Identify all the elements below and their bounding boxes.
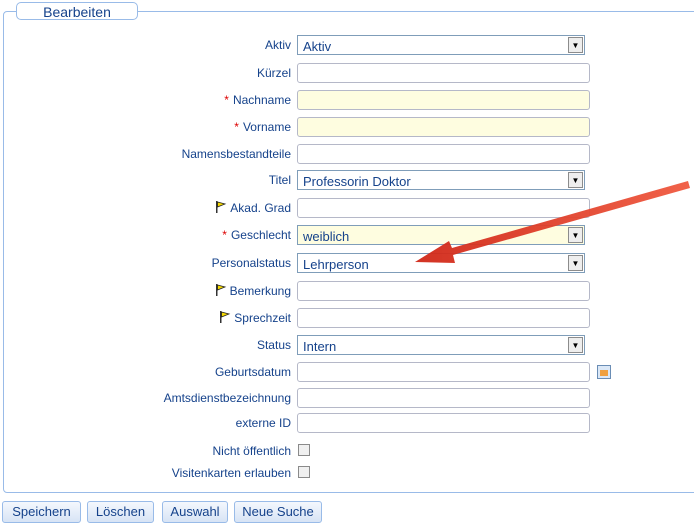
vorname-input[interactable] bbox=[297, 117, 590, 137]
label-nicht-oeffentlich: Nicht öffentlich bbox=[212, 444, 292, 458]
row-externe-id: externe ID bbox=[0, 413, 694, 433]
chevron-down-icon[interactable]: ▼ bbox=[568, 255, 583, 271]
label-geschlecht-text: Geschlecht bbox=[230, 228, 291, 242]
label-akad-grad: Akad. Grad bbox=[215, 201, 291, 215]
delete-button[interactable]: Löschen bbox=[87, 501, 154, 523]
required-marker: * bbox=[222, 228, 227, 242]
row-titel: Titel Professorin Doktor ▼ bbox=[0, 170, 694, 190]
nachname-input[interactable] bbox=[297, 90, 590, 110]
titel-value: Professorin Doktor bbox=[303, 174, 411, 189]
row-akad-grad: Akad. Grad bbox=[0, 198, 694, 218]
label-aktiv: Aktiv bbox=[264, 38, 291, 52]
chevron-down-icon[interactable]: ▼ bbox=[568, 172, 583, 188]
label-sprechzeit-text: Sprechzeit bbox=[234, 311, 291, 325]
row-nachname: * Nachname bbox=[0, 90, 694, 110]
label-externe-id: externe ID bbox=[235, 416, 291, 430]
label-namensbestandteile: Namensbestandteile bbox=[181, 147, 291, 161]
label-sprechzeit: Sprechzeit bbox=[219, 311, 291, 325]
chevron-down-icon[interactable]: ▼ bbox=[568, 337, 583, 353]
required-marker: * bbox=[224, 93, 229, 107]
status-value: Intern bbox=[303, 339, 337, 354]
fieldset-legend: Bearbeiten bbox=[16, 2, 138, 20]
row-visitenkarten: Visitenkarten erlauben bbox=[0, 463, 694, 483]
chevron-down-icon[interactable]: ▼ bbox=[568, 227, 583, 243]
kuerzel-input[interactable] bbox=[297, 63, 590, 83]
label-amtsdienstbezeichnung: Amtsdienstbezeichnung bbox=[163, 391, 291, 405]
required-marker: * bbox=[234, 120, 239, 134]
calendar-icon[interactable] bbox=[597, 365, 611, 379]
label-geschlecht: * Geschlecht bbox=[222, 228, 291, 242]
personalstatus-select[interactable]: Lehrperson ▼ bbox=[297, 253, 585, 273]
row-status: Status Intern ▼ bbox=[0, 335, 694, 355]
label-titel: Titel bbox=[268, 173, 291, 187]
row-geburtsdatum: Geburtsdatum bbox=[0, 362, 694, 382]
row-nicht-oeffentlich: Nicht öffentlich bbox=[0, 441, 694, 461]
visitenkarten-checkbox[interactable] bbox=[298, 466, 310, 478]
aktiv-value: Aktiv bbox=[303, 39, 332, 54]
select-button[interactable]: Auswahl bbox=[162, 501, 228, 523]
label-status: Status bbox=[256, 338, 291, 352]
akad-grad-input[interactable] bbox=[297, 198, 590, 218]
flag-icon bbox=[220, 311, 231, 323]
row-bemerkung: Bemerkung bbox=[0, 281, 694, 301]
titel-select[interactable]: Professorin Doktor ▼ bbox=[297, 170, 585, 190]
chevron-down-icon[interactable]: ▼ bbox=[568, 37, 583, 53]
geschlecht-value: weiblich bbox=[303, 229, 350, 244]
label-nachname-text: Nachname bbox=[232, 93, 291, 107]
row-geschlecht: * Geschlecht weiblich ▼ bbox=[0, 225, 694, 245]
flag-icon bbox=[216, 201, 227, 213]
amtsdienstbezeichnung-input[interactable] bbox=[297, 388, 590, 408]
row-vorname: * Vorname bbox=[0, 117, 694, 137]
label-bemerkung: Bemerkung bbox=[215, 284, 291, 298]
flag-icon bbox=[215, 284, 226, 296]
label-personalstatus: Personalstatus bbox=[211, 256, 291, 270]
row-aktiv: Aktiv Aktiv ▼ bbox=[0, 35, 694, 55]
new-search-button[interactable]: Neue Suche bbox=[234, 501, 322, 523]
label-vorname: * Vorname bbox=[234, 120, 291, 134]
geschlecht-select[interactable]: weiblich ▼ bbox=[297, 225, 585, 245]
save-button[interactable]: Speichern bbox=[2, 501, 81, 523]
aktiv-select[interactable]: Aktiv ▼ bbox=[297, 35, 585, 55]
row-sprechzeit: Sprechzeit bbox=[0, 308, 694, 328]
nicht-oeffentlich-checkbox[interactable] bbox=[298, 444, 310, 456]
label-kuerzel: Kürzel bbox=[256, 66, 291, 80]
bemerkung-input[interactable] bbox=[297, 281, 590, 301]
label-geburtsdatum: Geburtsdatum bbox=[214, 365, 291, 379]
label-akad-grad-text: Akad. Grad bbox=[230, 201, 291, 215]
namensbestandteile-input[interactable] bbox=[297, 144, 590, 164]
status-select[interactable]: Intern ▼ bbox=[297, 335, 585, 355]
row-namensbestandteile: Namensbestandteile bbox=[0, 144, 694, 164]
row-amtsdienstbezeichnung: Amtsdienstbezeichnung bbox=[0, 388, 694, 408]
row-personalstatus: Personalstatus Lehrperson ▼ bbox=[0, 253, 694, 273]
label-vorname-text: Vorname bbox=[242, 120, 291, 134]
externe-id-input[interactable] bbox=[297, 413, 590, 433]
sprechzeit-input[interactable] bbox=[297, 308, 590, 328]
geburtsdatum-input[interactable] bbox=[297, 362, 590, 382]
personalstatus-value: Lehrperson bbox=[303, 257, 369, 272]
label-nachname: * Nachname bbox=[224, 93, 291, 107]
row-kuerzel: Kürzel bbox=[0, 63, 694, 83]
label-visitenkarten: Visitenkarten erlauben bbox=[171, 466, 291, 480]
label-bemerkung-text: Bemerkung bbox=[229, 284, 291, 298]
